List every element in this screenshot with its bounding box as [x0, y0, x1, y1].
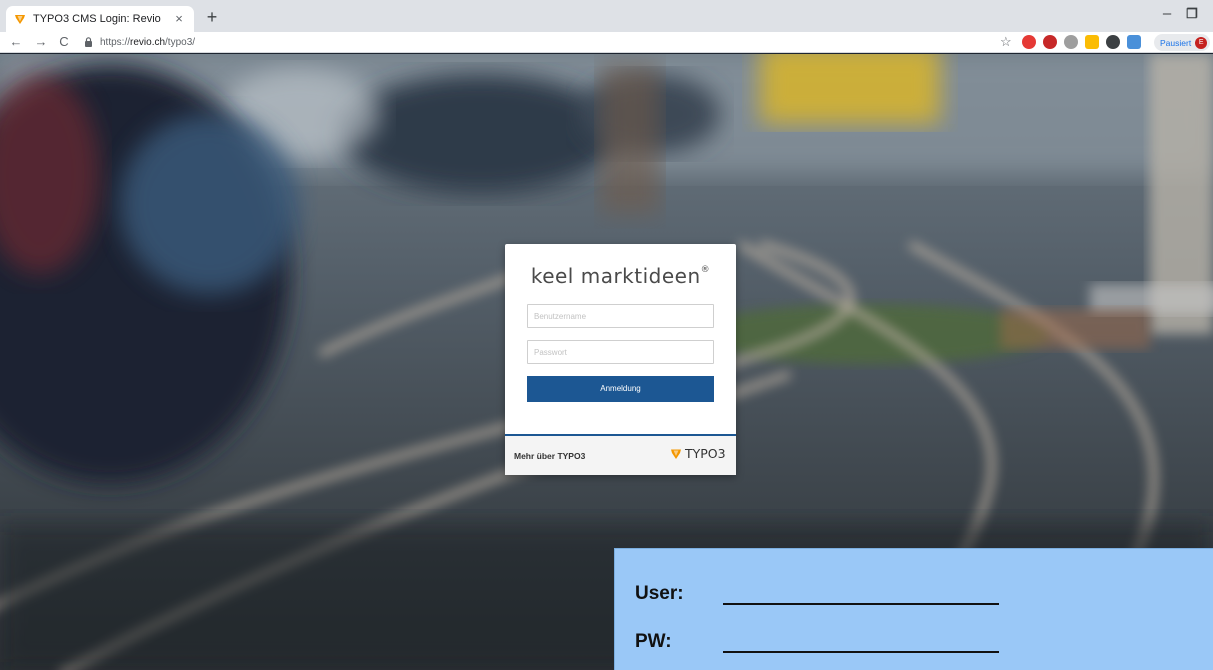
- password-input[interactable]: [527, 340, 714, 364]
- brand-registered-mark: ®: [700, 265, 711, 275]
- bookmark-star-icon[interactable]: ☆: [1000, 33, 1012, 51]
- lock-icon: [85, 37, 92, 47]
- window-minimize-button[interactable]: –: [1158, 5, 1176, 23]
- credentials-annotation-box: User: PW:: [614, 548, 1213, 670]
- typo3-logo-icon: [671, 449, 681, 459]
- pw-label: PW:: [635, 631, 672, 652]
- user-label: User:: [635, 583, 684, 604]
- profile-label: Pausiert: [1160, 37, 1192, 48]
- typo3-favicon-icon: [15, 15, 25, 24]
- user-blank-line: [723, 603, 999, 605]
- profile-button[interactable]: Pausiert E: [1154, 34, 1211, 51]
- brand-name: keel marktideen: [530, 264, 701, 288]
- profile-avatar: E: [1195, 36, 1208, 49]
- url-host: revio.ch: [130, 36, 166, 48]
- window-restore-button[interactable]: ❐: [1184, 6, 1200, 22]
- back-arrow-icon[interactable]: ←: [8, 33, 24, 51]
- url-prefix: https://: [100, 36, 131, 48]
- login-card: keel marktideen® Anmeldung Mehr über TYP…: [505, 244, 736, 475]
- extension-dark-icon[interactable]: [1106, 35, 1120, 49]
- reload-icon[interactable]: C: [56, 33, 72, 51]
- pinterest-extension-icon[interactable]: [1022, 35, 1036, 49]
- more-about-typo3-link[interactable]: Mehr über TYPO3: [514, 451, 585, 461]
- new-tab-button[interactable]: +: [202, 7, 222, 27]
- extension-blue-icon[interactable]: [1127, 35, 1141, 49]
- forward-arrow-icon[interactable]: →: [33, 33, 49, 51]
- address-bar[interactable]: https://revio.ch/typo3/: [84, 33, 1028, 51]
- login-card-footer: Mehr über TYPO3 TYPO3: [505, 434, 736, 475]
- brand-logo: keel marktideen®: [505, 264, 736, 288]
- tab-close-icon[interactable]: ×: [172, 12, 186, 26]
- login-submit-button[interactable]: Anmeldung: [527, 376, 714, 402]
- typo3-logo[interactable]: TYPO3: [670, 446, 726, 461]
- typo3-logo-text: TYPO3: [685, 446, 726, 461]
- browser-toolbar: ← → C https://revio.ch/typo3/ ☆ Pausiert…: [0, 32, 1213, 53]
- url-path: /typo3/: [165, 36, 196, 48]
- extension-gray-icon[interactable]: [1064, 35, 1078, 49]
- username-input[interactable]: [527, 304, 714, 328]
- browser-tabstrip: TYPO3 CMS Login: Revio × + – ❐: [0, 0, 1213, 32]
- browser-tab-active[interactable]: TYPO3 CMS Login: Revio ×: [6, 6, 194, 32]
- tab-title: TYPO3 CMS Login: Revio: [33, 13, 161, 25]
- extension-folder-icon[interactable]: [1085, 35, 1099, 49]
- pw-blank-line: [723, 651, 999, 653]
- adblock-extension-icon[interactable]: [1043, 35, 1057, 49]
- login-page-background: keel marktideen® Anmeldung Mehr über TYP…: [0, 54, 1213, 670]
